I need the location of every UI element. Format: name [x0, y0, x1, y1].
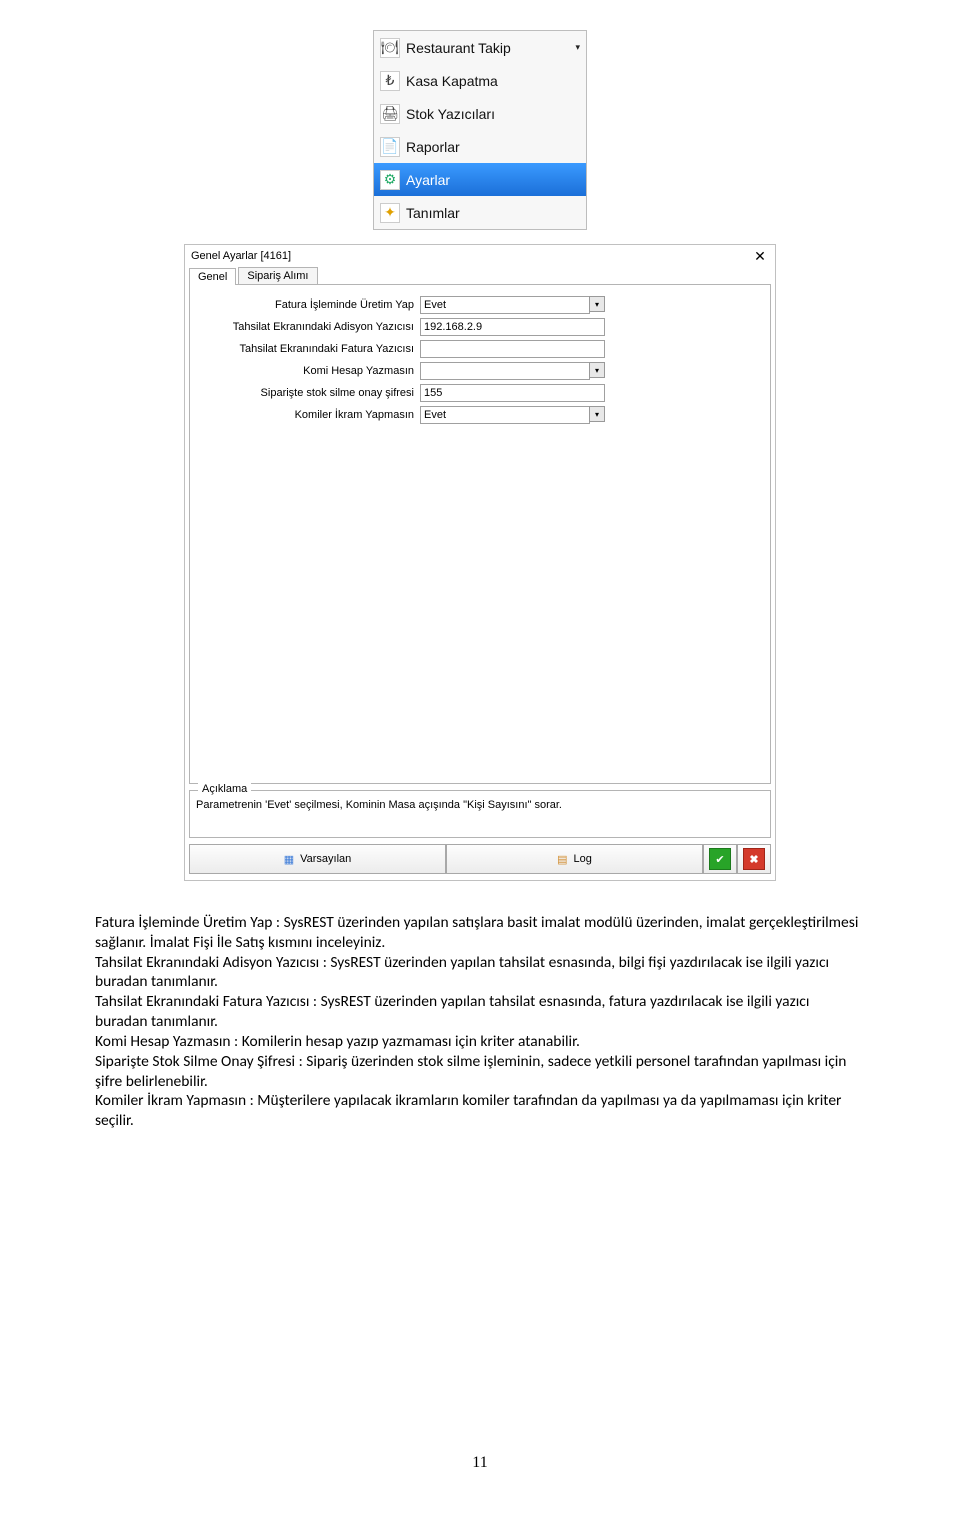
- aciklama-legend: Açıklama: [198, 783, 251, 795]
- close-icon: ✖: [743, 848, 765, 870]
- tab-genel[interactable]: Genel: [189, 268, 236, 285]
- menu-item-tanimlar[interactable]: ✦ Tanımlar: [374, 196, 586, 229]
- menu-label: Ayarlar: [406, 172, 450, 188]
- field-fatura-uretim[interactable]: Evet: [420, 296, 590, 314]
- menu-item-kasa[interactable]: ₺ Kasa Kapatma: [374, 64, 586, 97]
- button-label: Varsayılan: [300, 853, 351, 865]
- tabpanel-genel: Fatura İşleminde Üretim Yap Evet ▾ Tahsi…: [189, 284, 771, 784]
- printer-icon: 🖨: [380, 104, 400, 124]
- field-row: Komiler İkram Yapmasın Evet ▾: [190, 405, 770, 425]
- genel-ayarlar-dialog: Genel Ayarlar [4161] ✕ Genel Sipariş Alı…: [184, 244, 776, 881]
- chevron-down-icon: ▾: [575, 42, 580, 53]
- field-onay-sifresi[interactable]: [420, 384, 605, 402]
- grid-icon: ▦: [284, 853, 294, 866]
- field-row: Komi Hesap Yazmasın ▾: [190, 361, 770, 381]
- cancel-button[interactable]: ✖: [737, 844, 771, 874]
- check-icon: ✔: [709, 848, 731, 870]
- chevron-down-icon[interactable]: ▾: [589, 406, 605, 422]
- menu-item-yazicilar[interactable]: 🖨 Stok Yazıcıları: [374, 97, 586, 130]
- page-number: 11: [0, 1454, 960, 1472]
- term: Tahsilat Ekranındaki Adisyon Yazıcısı :: [95, 953, 327, 972]
- field-row: Tahsilat Ekranındaki Fatura Yazıcısı: [190, 339, 770, 359]
- field-row: Siparişte stok silme onay şifresi: [190, 383, 770, 403]
- tabstrip: Genel Sipariş Alımı: [185, 267, 775, 284]
- term: Tahsilat Ekranındaki Fatura Yazıcısı :: [95, 992, 317, 1011]
- tab-siparis-alimi[interactable]: Sipariş Alımı: [238, 267, 317, 284]
- cash-icon: ₺: [380, 71, 400, 91]
- field-fatura-yazici[interactable]: [420, 340, 605, 358]
- app-menu: 🍽 Restaurant Takip ▾ ₺ Kasa Kapatma 🖨 St…: [373, 30, 587, 230]
- menu-label: Kasa Kapatma: [406, 73, 498, 89]
- field-label: Tahsilat Ekranındaki Adisyon Yazıcısı: [190, 321, 420, 333]
- field-label: Komiler İkram Yapmasın: [190, 409, 420, 421]
- definition: Komilerin hesap yazıp yazmaması için kri…: [238, 1032, 580, 1051]
- chevron-down-icon[interactable]: ▾: [589, 362, 605, 378]
- menu-label: Restaurant Takip: [406, 40, 511, 56]
- term: Siparişte Stok Silme Onay Şifresi :: [95, 1052, 303, 1071]
- field-komiler-ikram[interactable]: Evet: [420, 406, 590, 424]
- field-label: Tahsilat Ekranındaki Fatura Yazıcısı: [190, 343, 420, 355]
- log-icon: ▤: [557, 853, 567, 866]
- field-row: Tahsilat Ekranındaki Adisyon Yazıcısı: [190, 317, 770, 337]
- settings-icon: ⚙: [380, 170, 400, 190]
- close-icon[interactable]: ✕: [751, 249, 769, 263]
- field-label: Komi Hesap Yazmasın: [190, 365, 420, 377]
- menu-label: Raporlar: [406, 139, 460, 155]
- dialog-footer: ▦ Varsayılan ▤ Log ✔ ✖: [189, 844, 771, 874]
- aciklama-text: Parametrenin 'Evet' seçilmesi, Kominin M…: [190, 791, 770, 837]
- field-row: Fatura İşleminde Üretim Yap Evet ▾: [190, 295, 770, 315]
- log-button[interactable]: ▤ Log: [446, 844, 703, 874]
- field-komi-hesap[interactable]: [420, 362, 590, 380]
- term: Fatura İşleminde Üretim Yap :: [95, 913, 280, 932]
- document-body: Fatura İşleminde Üretim Yap : SysREST üz…: [95, 913, 865, 1131]
- definitions-icon: ✦: [380, 203, 400, 223]
- menu-item-restaurant[interactable]: 🍽 Restaurant Takip ▾: [374, 31, 586, 64]
- field-label: Siparişte stok silme onay şifresi: [190, 387, 420, 399]
- term: Komi Hesap Yazmasın :: [95, 1032, 238, 1051]
- field-adisyon-yazici[interactable]: [420, 318, 605, 336]
- aciklama-fieldset: Açıklama Parametrenin 'Evet' seçilmesi, …: [189, 790, 771, 838]
- ok-button[interactable]: ✔: [703, 844, 737, 874]
- dialog-title: Genel Ayarlar [4161]: [191, 250, 751, 262]
- chevron-down-icon[interactable]: ▾: [589, 296, 605, 312]
- menu-item-ayarlar[interactable]: ⚙ Ayarlar: [374, 163, 586, 196]
- button-label: Log: [574, 853, 592, 865]
- menu-label: Tanımlar: [406, 205, 460, 221]
- term: Komiler İkram Yapmasın :: [95, 1091, 254, 1110]
- restaurant-icon: 🍽: [380, 38, 400, 58]
- menu-label: Stok Yazıcıları: [406, 106, 495, 122]
- varsayilan-button[interactable]: ▦ Varsayılan: [189, 844, 446, 874]
- dialog-titlebar: Genel Ayarlar [4161] ✕: [185, 245, 775, 267]
- field-label: Fatura İşleminde Üretim Yap: [190, 299, 420, 311]
- menu-item-raporlar[interactable]: 📄 Raporlar: [374, 130, 586, 163]
- reports-icon: 📄: [380, 137, 400, 157]
